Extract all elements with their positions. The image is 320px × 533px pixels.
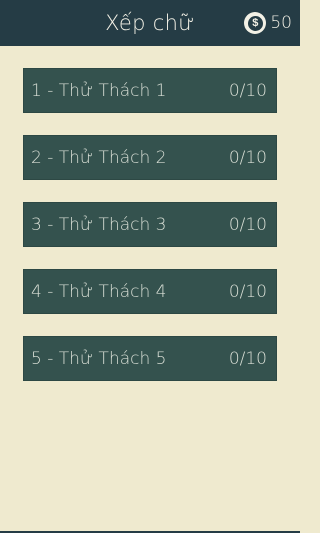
level-progress: 0/10 bbox=[228, 214, 267, 235]
level-label: 5 - Thử Thách 5 bbox=[31, 348, 167, 369]
level-list: 1 - Thử Thách 1 0/10 2 - Thử Thách 2 0/1… bbox=[23, 68, 277, 403]
level-progress: 0/10 bbox=[228, 348, 267, 369]
level-progress: 0/10 bbox=[228, 147, 267, 168]
level-item-2[interactable]: 2 - Thử Thách 2 0/10 bbox=[23, 135, 277, 180]
level-progress: 0/10 bbox=[228, 281, 267, 302]
level-label: 1 - Thử Thách 1 bbox=[31, 80, 167, 101]
level-item-3[interactable]: 3 - Thử Thách 3 0/10 bbox=[23, 202, 277, 247]
level-item-1[interactable]: 1 - Thử Thách 1 0/10 bbox=[23, 68, 277, 113]
coin-count: 50 bbox=[270, 13, 292, 33]
level-label: 4 - Thử Thách 4 bbox=[31, 281, 167, 302]
level-label: 3 - Thử Thách 3 bbox=[31, 214, 167, 235]
dollar-sign: $ bbox=[247, 15, 263, 31]
level-item-4[interactable]: 4 - Thử Thách 4 0/10 bbox=[23, 269, 277, 314]
coin-balance[interactable]: $ 50 bbox=[244, 11, 292, 35]
coin-icon: $ bbox=[244, 12, 267, 34]
level-item-5[interactable]: 5 - Thử Thách 5 0/10 bbox=[23, 336, 277, 381]
page-title: Xếp chữ bbox=[105, 11, 195, 35]
header-bar: Xếp chữ $ 50 bbox=[0, 0, 300, 46]
level-progress: 0/10 bbox=[228, 80, 267, 101]
level-label: 2 - Thử Thách 2 bbox=[31, 147, 167, 168]
